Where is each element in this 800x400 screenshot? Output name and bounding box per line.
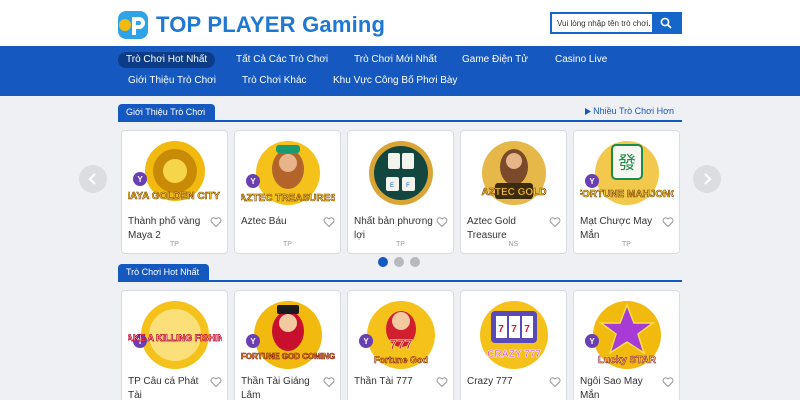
heart-icon[interactable] [662, 376, 674, 388]
game-thumbnail: 7 7 7 CRAZY 777 [480, 301, 548, 369]
svg-text:7: 7 [511, 324, 517, 335]
svg-text:Y: Y [137, 175, 143, 184]
provider-label: TP [283, 241, 292, 248]
game-title: TP Câu cá Phát Tài [128, 376, 199, 400]
game-card[interactable]: Y AZTEC TREASURES Aztec Báu TP [234, 130, 341, 254]
provider-label: TP [396, 241, 405, 248]
nav-item-new-games[interactable]: Trò Chơi Mới Nhất [346, 52, 445, 68]
game-card[interactable]: Y FORTUNE GOD COMING Thần Tài Giáng Lâm [234, 290, 341, 400]
svg-text:Y: Y [250, 177, 256, 186]
game-card[interactable]: 發 Y FORTUNE MAHJONG Mạt Chược May Mắn TP [573, 130, 680, 254]
heart-icon[interactable] [549, 216, 561, 228]
game-card[interactable]: AZTEC GOLD Aztec Gold Treasure NS [460, 130, 567, 254]
game-card[interactable]: Y Lucky STAR Ngôi Sao May Mắn [573, 290, 680, 400]
game-thumbnail: Y Lucky STAR [585, 301, 661, 369]
heart-icon[interactable] [323, 376, 335, 388]
section-hot-games-header: Trò Chơi Hot Nhất [118, 264, 682, 282]
carousel-prev-button[interactable] [79, 165, 107, 193]
thumbnail-logo-text: AZTEC TREASURES [241, 193, 335, 204]
thumbnail-logo-text: Fortune God [374, 355, 428, 365]
svg-text:7: 7 [524, 324, 530, 335]
svg-text:7: 7 [498, 324, 504, 335]
thumbnail-logo-text: MAKE A KILLING FISHING [128, 333, 222, 343]
thumbnail-logo-text: Lucky STAR [598, 355, 657, 366]
game-title: Ngôi Sao May Mắn [580, 376, 643, 400]
game-title: Thành phố vàng Maya 2 [128, 216, 201, 241]
game-thumbnail: Y MAKE A KILLING FISHING [128, 301, 222, 369]
svg-text:Y: Y [589, 177, 595, 186]
more-games-link[interactable]: Nhiều Trò Chơi Hơn [585, 106, 674, 116]
game-title: Crazy 777 [467, 376, 513, 387]
svg-text:Y: Y [589, 337, 595, 346]
game-title: Mạt Chược May Mắn [580, 216, 653, 241]
page: TOP PLAYER Gaming Trò Chơi Hot Nhất Tất … [0, 0, 800, 400]
section-game-intro-header: Giới Thiệu Trò Chơi Nhiều Trò Chơi Hơn [118, 104, 682, 122]
brand-name: TOP PLAYER Gaming [156, 12, 386, 37]
thumbnail-logo-text: FORTUNE GOD COMING [241, 352, 335, 361]
game-title: Nhất bản phương lợi [354, 216, 433, 241]
game-card[interactable]: E F Nhất bản phương lợi TP [347, 130, 454, 254]
heart-icon[interactable] [549, 376, 561, 388]
header: TOP PLAYER Gaming [0, 0, 800, 46]
nav-item-all-games[interactable]: Tất Cả Các Trò Chơi [228, 52, 336, 68]
game-card[interactable]: Y MAYA GOLDEN CITY 2 Thành phố vàng Maya… [121, 130, 228, 254]
section-title: Trò Chơi Hot Nhất [118, 264, 210, 280]
svg-text:E: E [390, 183, 394, 189]
svg-text:F: F [406, 183, 410, 189]
nav-item-game-intro[interactable]: Giới Thiệu Trò Chơi [120, 73, 224, 89]
triangle-right-icon [585, 108, 592, 116]
game-card[interactable]: 777 Y Fortune God Thần Tài 777 [347, 290, 454, 400]
main-nav: Trò Chơi Hot Nhất Tất Cả Các Trò Chơi Tr… [0, 46, 800, 96]
svg-text:777: 777 [389, 336, 413, 352]
thumbnail-logo-text: MAYA GOLDEN CITY 2 [128, 191, 222, 202]
more-games-label: Nhiều Trò Chơi Hơn [593, 106, 674, 116]
game-card[interactable]: 7 7 7 CRAZY 777 Crazy 777 [460, 290, 567, 400]
heart-icon[interactable] [323, 216, 335, 228]
game-title: Aztec Gold Treasure [467, 216, 516, 241]
game-card[interactable]: Y MAKE A KILLING FISHING TP Câu cá Phát … [121, 290, 228, 400]
svg-text:Y: Y [250, 337, 256, 346]
heart-icon[interactable] [210, 216, 222, 228]
game-thumbnail: Y FORTUNE GOD COMING [241, 301, 335, 369]
search-box [550, 12, 682, 34]
heart-icon[interactable] [210, 376, 222, 388]
heart-icon[interactable] [662, 216, 674, 228]
carousel-next-button[interactable] [693, 165, 721, 193]
heart-icon[interactable] [436, 376, 448, 388]
logo-p-icon [116, 10, 150, 40]
nav-item-casino-live[interactable]: Casino Live [547, 52, 615, 68]
search-button[interactable] [652, 14, 680, 32]
game-thumbnail: Y MAYA GOLDEN CITY 2 [128, 141, 222, 202]
thumbnail-logo-text: AZTEC GOLD [482, 187, 547, 198]
provider-label: TP [170, 241, 179, 248]
game-thumbnail: AZTEC GOLD [481, 141, 547, 205]
heart-icon[interactable] [436, 216, 448, 228]
section-title: Giới Thiệu Trò Chơi [118, 104, 216, 120]
game-title: Aztec Báu [241, 216, 287, 227]
nav-item-hot-games[interactable]: Trò Chơi Hot Nhất [118, 52, 216, 68]
game-thumbnail: E F [369, 141, 433, 205]
game-thumbnail: Y AZTEC TREASURES [241, 141, 335, 205]
game-thumbnail: 發 Y FORTUNE MAHJONG [580, 141, 674, 205]
game-title: Thần Tài 777 [354, 376, 413, 387]
provider-label: TP [622, 241, 631, 248]
nav-item-other-games[interactable]: Trò Chơi Khác [234, 73, 315, 89]
search-icon [660, 17, 672, 29]
thumbnail-logo-text: FORTUNE MAHJONG [580, 189, 674, 200]
svg-text:發: 發 [618, 153, 636, 174]
chevron-right-icon [704, 173, 712, 185]
game-title: Thần Tài Giáng Lâm [241, 376, 310, 400]
thumbnail-logo-text: CRAZY 777 [487, 349, 541, 360]
search-input[interactable] [552, 14, 652, 32]
nav-item-slot-games[interactable]: Game Điện Tử [454, 52, 536, 68]
svg-text:Y: Y [363, 337, 369, 346]
chevron-left-icon [88, 173, 96, 185]
brand-logo[interactable]: TOP PLAYER Gaming [116, 10, 385, 40]
game-thumbnail: 777 Y Fortune God [359, 301, 435, 369]
provider-label: NS [508, 241, 519, 248]
nav-item-disclosure[interactable]: Khu Vực Công Bố Phơi Bày [325, 73, 465, 89]
